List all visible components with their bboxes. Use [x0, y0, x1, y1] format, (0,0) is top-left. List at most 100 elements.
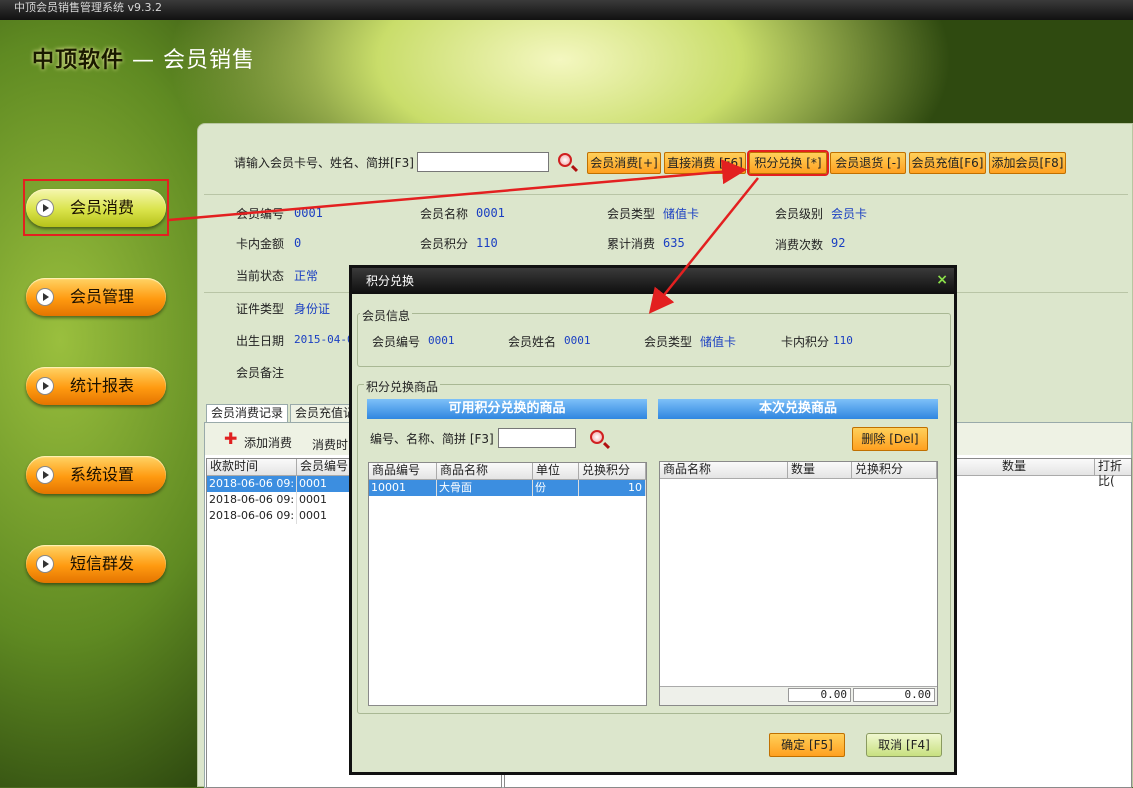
info-name-label: 会员姓名 — [508, 335, 557, 349]
cell-name: 大骨面 — [437, 480, 533, 496]
column-header: 收款时间 — [207, 459, 297, 475]
status-label: 当前状态 — [236, 269, 285, 283]
info-name-value: 0001 — [564, 334, 591, 347]
sidebar-item-label: 系统设置 — [70, 465, 135, 484]
window-title: 中顶会员销售管理系统 v9.3.2 — [0, 0, 1133, 20]
direct-consume-button[interactable]: 直接消费 [F6] — [664, 152, 746, 174]
cell-code: 10001 — [369, 480, 437, 496]
tab-consume-records[interactable]: 会员消费记录 — [206, 404, 289, 422]
column-header: 会员编号 — [297, 459, 351, 475]
consume-count-label: 消费次数 — [775, 238, 824, 252]
search-icon[interactable] — [558, 153, 572, 167]
current-exchange-table: 商品名称 数量 兑换积分 0.00 0.00 — [659, 461, 938, 706]
balance-value: 0 — [294, 236, 302, 250]
available-goods-title: 可用积分兑换的商品 — [367, 399, 647, 419]
total-consume-label: 累计消费 — [607, 237, 656, 251]
member-name-label: 会员名称 — [420, 207, 469, 221]
total-points: 0.00 — [853, 688, 935, 702]
member-level-label: 会员级别 — [775, 207, 824, 221]
divider — [204, 194, 1128, 195]
id-type-value: 身份证 — [294, 302, 331, 316]
member-return-button[interactable]: 会员退货 [-] — [830, 152, 906, 174]
member-recharge-button[interactable]: 会员充值[F6] — [909, 152, 986, 174]
status-value: 正常 — [294, 269, 319, 283]
sidebar-item-member-manage[interactable]: 会员管理 — [26, 278, 166, 316]
cell-member-no: 0001 — [297, 492, 351, 508]
cell-time: 2018-06-06 09: — [207, 508, 297, 524]
dialog-titlebar: 积分兑换 × — [352, 268, 954, 294]
search-icon[interactable] — [590, 430, 604, 444]
column-header: 数量 — [999, 459, 1095, 475]
available-goods-table: 商品编号 商品名称 单位 兑换积分 10001 大骨面 份 10 — [368, 462, 647, 706]
consume-time-label: 消费时 — [312, 438, 349, 452]
info-no-label: 会员编号 — [372, 335, 421, 349]
info-no-value: 0001 — [428, 334, 455, 347]
member-name-value: 0001 — [476, 206, 505, 220]
cell-points: 10 — [579, 480, 646, 496]
member-no-label: 会员编号 — [236, 207, 285, 221]
play-icon — [36, 288, 54, 306]
points-exchange-button[interactable]: 积分兑换 [*] — [747, 150, 829, 176]
points-value: 110 — [476, 236, 498, 250]
cell-time: 2018-06-06 09: — [207, 492, 297, 508]
add-icon: ✚ — [224, 429, 238, 448]
table-header: 商品名称 数量 兑换积分 — [660, 462, 937, 479]
add-consume-button[interactable]: 添加消费 — [244, 434, 292, 451]
sidebar-item-label: 统计报表 — [70, 376, 135, 395]
search-label: 请输入会员卡号、姓名、简拼[F3] — [234, 156, 414, 170]
member-no-value: 0001 — [294, 206, 323, 220]
column-header: 数量 — [788, 462, 852, 478]
brand-name: 中顶软件 — [32, 47, 125, 73]
info-points-value: 110 — [833, 334, 853, 347]
cell-unit: 份 — [533, 480, 579, 496]
member-type-label: 会员类型 — [607, 207, 656, 221]
sidebar-item-label: 会员管理 — [70, 287, 135, 306]
close-icon[interactable]: × — [936, 272, 948, 288]
remark-label: 会员备注 — [236, 366, 285, 380]
table-row[interactable]: 10001 大骨面 份 10 — [369, 480, 646, 496]
cell-member-no: 0001 — [297, 476, 351, 492]
member-type-value: 储值卡 — [663, 207, 700, 221]
cell-member-no: 0001 — [297, 508, 351, 524]
highlight-frame — [23, 179, 169, 236]
column-header: 打折比( — [1098, 459, 1123, 488]
table-header: 商品编号 商品名称 单位 兑换积分 — [369, 463, 646, 480]
points-exchange-dialog: 积分兑换 × 会员信息 会员编号 0001 会员姓名 0001 会员类型 储值卡… — [349, 265, 957, 775]
play-icon — [36, 555, 54, 573]
balance-label: 卡内金额 — [236, 237, 285, 251]
play-icon — [36, 377, 54, 395]
sidebar-item-sms[interactable]: 短信群发 — [26, 545, 166, 583]
birth-label: 出生日期 — [236, 334, 285, 348]
confirm-button[interactable]: 确定 [F5] — [769, 733, 845, 757]
column-header: 单位 — [533, 463, 579, 479]
delete-button[interactable]: 删除 [Del] — [852, 427, 928, 451]
info-points-label: 卡内积分 — [781, 335, 830, 349]
play-icon — [36, 466, 54, 484]
column-header: 兑换积分 — [852, 462, 937, 478]
brand-logo: 中顶软件 — 会员销售 — [32, 42, 255, 74]
dialog-title: 积分兑换 — [366, 274, 415, 288]
info-type-value: 储值卡 — [700, 335, 737, 349]
search-input[interactable] — [417, 152, 549, 172]
filter-input[interactable] — [498, 428, 576, 448]
add-member-button[interactable]: 添加会员[F8] — [989, 152, 1066, 174]
column-header: 兑换积分 — [579, 463, 646, 479]
sidebar-item-reports[interactable]: 统计报表 — [26, 367, 166, 405]
total-quantity: 0.00 — [788, 688, 851, 702]
consume-count-value: 92 — [831, 236, 846, 250]
column-header: 商品名称 — [660, 462, 788, 478]
cell-time: 2018-06-06 09: — [207, 476, 297, 492]
totals-row: 0.00 0.00 — [660, 686, 937, 705]
filter-label: 编号、名称、简拼 [F3] — [370, 432, 494, 446]
member-info-legend: 会员信息 — [360, 307, 413, 324]
sidebar-item-settings[interactable]: 系统设置 — [26, 456, 166, 494]
id-type-label: 证件类型 — [236, 302, 285, 316]
member-consume-button[interactable]: 会员消费[+] — [587, 152, 661, 174]
info-type-label: 会员类型 — [644, 335, 693, 349]
column-header: 商品编号 — [369, 463, 437, 479]
points-label: 会员积分 — [420, 237, 469, 251]
current-exchange-title: 本次兑换商品 — [658, 399, 938, 419]
sidebar-item-label: 短信群发 — [70, 554, 135, 573]
brand-module: — 会员销售 — [132, 48, 256, 73]
cancel-button[interactable]: 取消 [F4] — [866, 733, 942, 757]
